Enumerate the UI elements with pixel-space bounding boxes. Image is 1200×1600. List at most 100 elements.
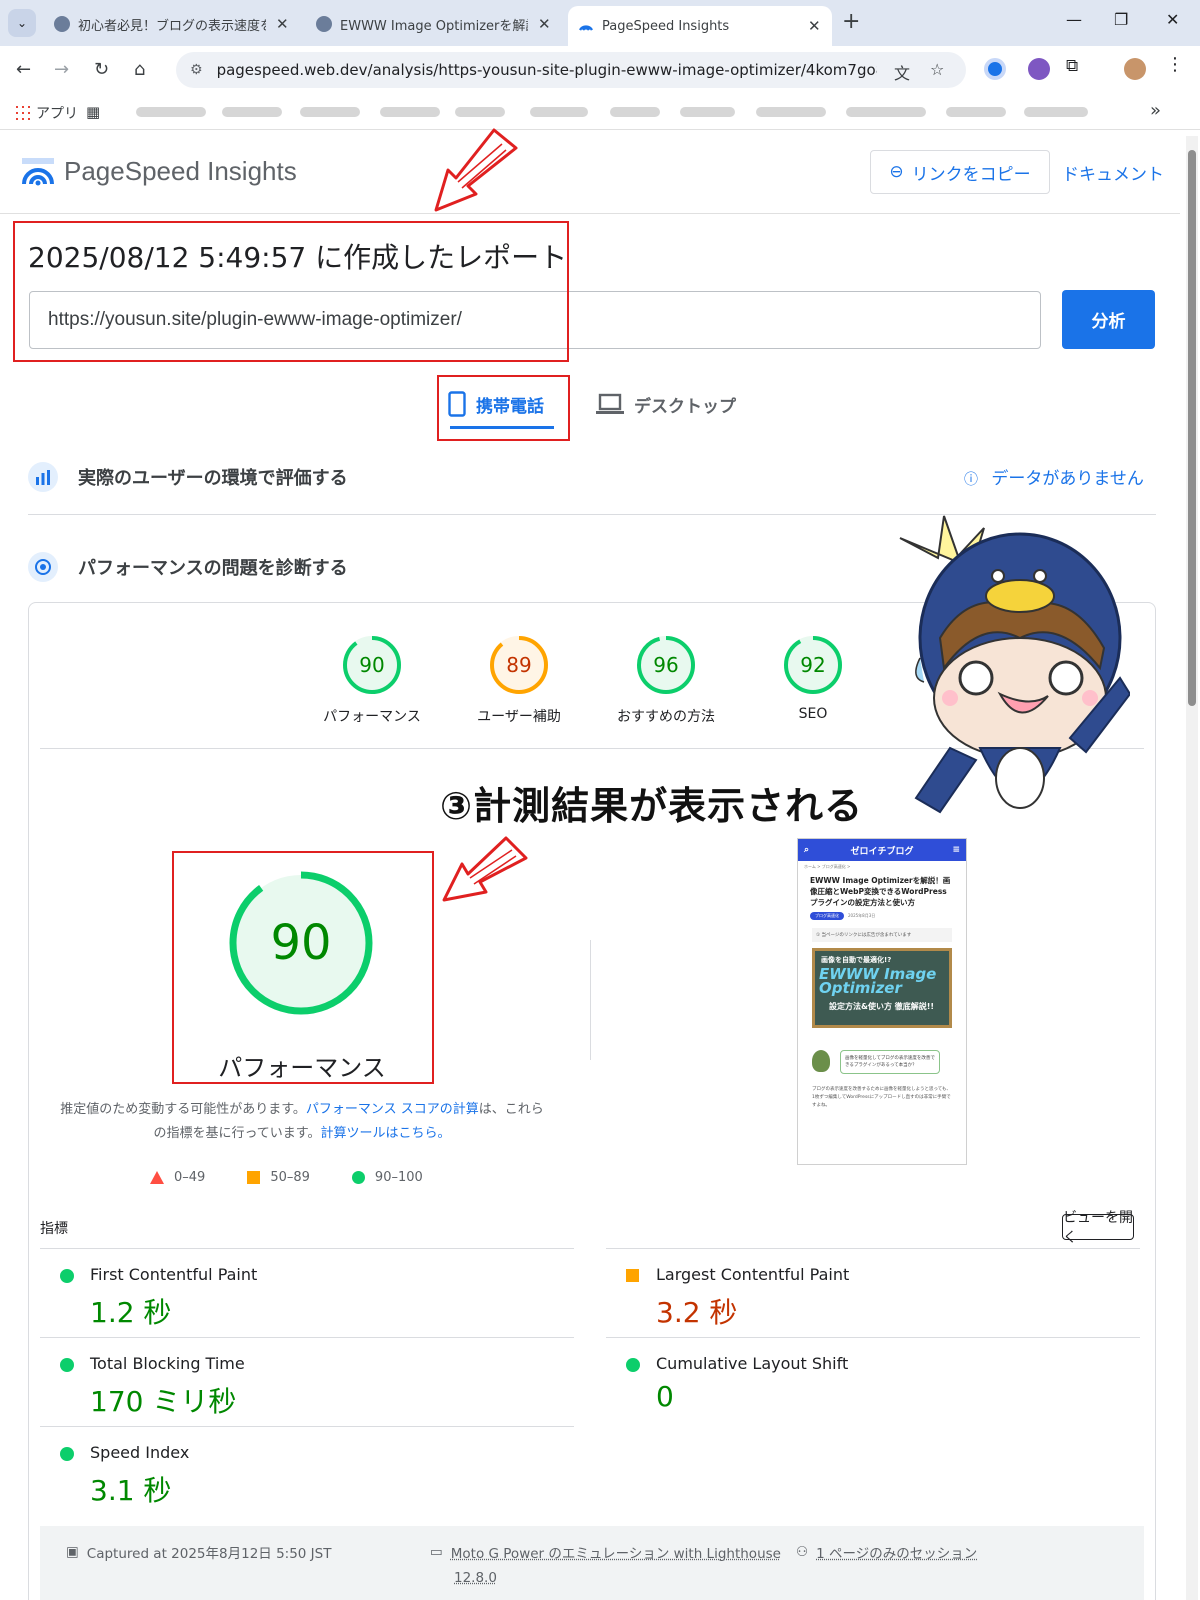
window-close-icon[interactable]: ✕: [1166, 10, 1179, 29]
bookmark-blurred[interactable]: [136, 107, 206, 117]
pagespeed-logo-icon: [22, 158, 54, 186]
score-gauge-performance[interactable]: 90 パフォーマンス: [312, 634, 432, 726]
no-data-link[interactable]: ⓘ データがありません: [964, 464, 1144, 489]
score-calculation-link[interactable]: パフォーマンス スコアの計算: [306, 1102, 479, 1117]
reload-icon[interactable]: ↻: [94, 59, 109, 80]
bookmark-blurred[interactable]: [610, 107, 660, 117]
thumbnail-site-name: ゼロイチブログ: [850, 844, 913, 857]
apps-shortcut[interactable]: アプリ: [36, 103, 78, 123]
tab-desktop[interactable]: デスクトップ: [596, 380, 736, 428]
copy-link-button[interactable]: ⊖ リンクをコピー: [870, 150, 1050, 194]
password-manager-icon[interactable]: [984, 58, 1006, 80]
scrollbar-thumb[interactable]: [1188, 150, 1196, 706]
metric-name: Largest Contentful Paint: [656, 1265, 849, 1284]
more-bookmarks-icon[interactable]: »: [1150, 100, 1161, 121]
metric-name: First Contentful Paint: [90, 1265, 257, 1284]
tab-ewww[interactable]: EWWW Image Optimizerを解説 ✕: [306, 6, 561, 42]
score-gauge-best-practices[interactable]: 96 おすすめの方法: [606, 634, 726, 726]
hero-brand: EWWW Image Optimizer: [819, 967, 949, 995]
lighthouse-version[interactable]: 12.8.0: [454, 1570, 497, 1586]
forward-arrow-icon[interactable]: →: [54, 59, 69, 80]
home-icon[interactable]: ⌂: [134, 59, 145, 80]
back-arrow-icon[interactable]: ←: [16, 59, 31, 80]
extension-icon[interactable]: [1028, 58, 1050, 80]
restore-icon[interactable]: ❐: [1114, 10, 1128, 29]
bookmark-blurred[interactable]: [946, 107, 1006, 117]
psi-header: PageSpeed Insights ⊖ リンクをコピー ドキュメント: [0, 130, 1180, 214]
bookmark-blurred[interactable]: [530, 107, 588, 117]
expand-view-toggle[interactable]: ビューを開く: [1062, 1214, 1134, 1240]
bookmark-blurred[interactable]: [756, 107, 826, 117]
score-gauge-seo[interactable]: 92 SEO: [753, 634, 873, 722]
puzzle-icon[interactable]: ⧉: [1066, 56, 1088, 78]
metric-value: 0: [656, 1380, 674, 1413]
score-value: 89: [506, 653, 531, 677]
calculator-link[interactable]: 計算ツールはこちら。: [321, 1126, 451, 1141]
bookmark-blurred[interactable]: [380, 107, 440, 117]
tab-strip: ⌄ 初心者必見！ブログの表示速度を ✕ EWWW Image Optimizer…: [0, 0, 1200, 46]
legend-poor: 0–49: [150, 1170, 205, 1185]
metric-name: Cumulative Layout Shift: [656, 1354, 848, 1373]
metric-value: 3.2 秒: [656, 1291, 737, 1331]
apps-grid-icon[interactable]: [14, 104, 30, 120]
metric-name: Total Blocking Time: [90, 1354, 245, 1373]
score-ring-icon: 92: [782, 634, 844, 696]
close-icon[interactable]: ✕: [276, 15, 289, 33]
close-icon[interactable]: ✕: [538, 15, 551, 33]
tab-search-button[interactable]: ⌄: [8, 9, 36, 37]
tab-desktop-label: デスクトップ: [634, 392, 736, 417]
bookmark-blurred[interactable]: [1024, 107, 1088, 117]
thumbnail-breadcrumb: ホーム > ブログ高速化 >: [798, 861, 966, 873]
score-value: 92: [800, 653, 825, 677]
site-favicon-icon: [316, 16, 332, 32]
site-info-icon[interactable]: ⚙: [190, 62, 203, 78]
tab-groups-icon[interactable]: ▦: [86, 103, 100, 121]
new-tab-button[interactable]: +: [842, 9, 860, 34]
highlight-box-mobile-tab: [437, 375, 570, 441]
users-chart-icon: [28, 462, 58, 492]
minimize-icon[interactable]: —: [1066, 10, 1082, 29]
session-info[interactable]: ⚇ 1 ページのみのセッション: [796, 1542, 977, 1562]
close-icon[interactable]: ✕: [808, 17, 821, 35]
bookmark-blurred[interactable]: [846, 107, 926, 117]
metrics-heading: 指標: [40, 1218, 68, 1238]
bookmark-star-icon[interactable]: ☆: [930, 60, 944, 79]
field-data-heading: 実際のユーザーの環境で評価する: [28, 462, 348, 492]
profile-avatar[interactable]: [1124, 58, 1146, 80]
square-icon: [247, 1171, 260, 1184]
page-screenshot-thumbnail[interactable]: ⌕ ゼロイチブログ ≡ ホーム > ブログ高速化 > EWWW Image Op…: [797, 838, 967, 1165]
devices-icon: ▭: [430, 1544, 443, 1560]
address-bar[interactable]: ⚙ pagespeed.web.dev/analysis/https-yousu…: [176, 52, 966, 88]
site-favicon-icon: [54, 16, 70, 32]
hero-caption: 画像を自動で最適化!?: [821, 955, 891, 965]
analyze-button[interactable]: 分析: [1062, 290, 1155, 349]
triangle-icon: [150, 1171, 164, 1184]
run-info-bar: ▣ Captured at 2025年8月12日 5:50 JST ▭ Moto…: [40, 1526, 1144, 1600]
bookmark-blurred[interactable]: [222, 107, 282, 117]
score-value: 96: [653, 653, 678, 677]
translate-icon[interactable]: 文: [894, 60, 910, 84]
tab-blog-speed[interactable]: 初心者必見！ブログの表示速度を ✕: [44, 6, 299, 42]
tab-title: PageSpeed Insights: [602, 19, 798, 34]
docs-link[interactable]: ドキュメント: [1062, 160, 1164, 185]
scrollbar[interactable]: [1186, 136, 1198, 1600]
lab-data-heading: パフォーマンスの問題を診断する: [28, 552, 348, 582]
no-data-label: データがありません: [991, 469, 1144, 489]
more-menu-icon[interactable]: ⋮: [1166, 54, 1188, 76]
diagnose-target-icon: [28, 552, 58, 582]
score-gauge-accessibility[interactable]: 89 ユーザー補助: [459, 634, 579, 726]
bookmark-blurred[interactable]: [300, 107, 360, 117]
avatar: [812, 1050, 830, 1072]
bookmark-blurred[interactable]: [680, 107, 735, 117]
emulation-info[interactable]: ▭ Moto G Power のエミュレーション with Lighthouse: [430, 1542, 781, 1562]
speech-bubble: 画像を軽量化してブログの表示速度を改善できるプラグインがあるって本当か？: [840, 1050, 940, 1074]
address-bar-url[interactable]: pagespeed.web.dev/analysis/https-yousun-…: [217, 61, 877, 79]
session-label[interactable]: 1 ページのみのセッション: [816, 1542, 977, 1562]
score-ring-icon: 89: [488, 634, 550, 696]
thumbnail-hero-image: 画像を自動で最適化!? EWWW Image Optimizer 設定方法&使い…: [812, 948, 952, 1028]
metric-cls: Cumulative Layout Shift 0: [606, 1337, 1140, 1426]
note-text: 推定値のため変動する可能性があります。: [60, 1102, 306, 1117]
emulation-label[interactable]: Moto G Power のエミュレーション with Lighthouse: [451, 1542, 781, 1562]
bookmark-blurred[interactable]: [455, 107, 505, 117]
tab-pagespeed[interactable]: PageSpeed Insights ✕: [568, 6, 832, 46]
